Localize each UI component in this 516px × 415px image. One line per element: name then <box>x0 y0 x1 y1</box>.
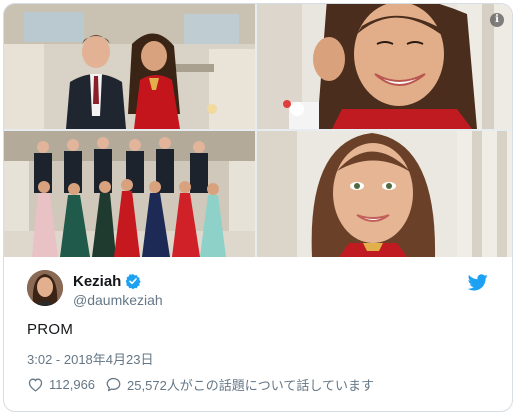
discussion-count: 25,572人がこの話題について話しています <box>127 377 375 393</box>
user-handle[interactable]: @daumkeziah <box>73 292 163 308</box>
twitter-bird-icon[interactable] <box>468 274 488 291</box>
like-button[interactable]: 112,966 <box>27 376 95 393</box>
like-count: 112,966 <box>49 376 96 392</box>
photo-smile-closeup-image <box>257 4 512 129</box>
tweet-actions: 112,966 25,572人がこの話題について話しています <box>27 374 374 394</box>
photo-group-image <box>4 131 255 257</box>
tweet-timestamp[interactable]: 3:02 - 2018年4月23日 <box>27 349 153 368</box>
photo-couple-image <box>4 4 255 129</box>
photo-portrait-image <box>257 131 512 257</box>
avatar-image <box>27 270 63 306</box>
avatar[interactable] <box>27 270 63 306</box>
photo-couple[interactable] <box>4 4 255 129</box>
tweet-text: PROM <box>27 321 74 338</box>
author-name-row[interactable]: Keziah <box>73 272 142 290</box>
discussion-link[interactable]: 25,572人がこの話題について話しています <box>105 375 374 394</box>
photo-portrait[interactable] <box>257 131 512 257</box>
verified-badge-icon <box>126 274 142 289</box>
photo-group[interactable] <box>4 131 255 257</box>
photo-grid: i <box>4 4 512 257</box>
tweet-card[interactable]: i Keziah @daumkeziah PROM 3:02 - 2018年4月… <box>3 3 513 412</box>
display-name[interactable]: Keziah <box>73 273 121 290</box>
speech-bubble-icon <box>106 377 121 391</box>
heart-icon <box>28 378 43 392</box>
photo-smile-closeup[interactable]: i <box>257 4 512 129</box>
info-icon[interactable]: i <box>490 13 504 27</box>
